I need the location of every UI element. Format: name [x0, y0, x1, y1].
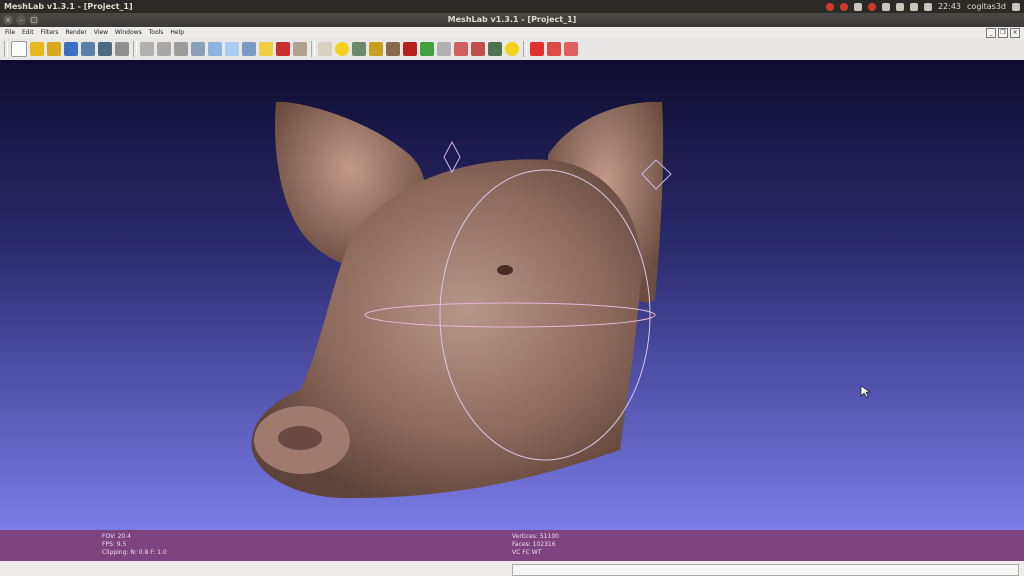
user-name[interactable]: cogitas3d [967, 0, 1006, 13]
save-icon[interactable] [81, 42, 95, 56]
tray-keyboard-icon[interactable] [853, 2, 862, 11]
color-icon[interactable] [276, 42, 290, 56]
vertices-count: Vertices: 51100 [512, 533, 559, 540]
menu-view[interactable]: View [94, 27, 108, 38]
delete-vertices-icon[interactable] [471, 42, 485, 56]
rgb-icon[interactable] [420, 42, 434, 56]
tray-app-icon[interactable] [825, 2, 834, 11]
open-folder-icon[interactable] [30, 42, 44, 56]
system-top-bar: MeshLab v1.3.1 - [Project_1] 22:43 cogit… [0, 0, 1024, 13]
tray-bug-icon[interactable] [867, 2, 876, 11]
delete-selected-vertices-icon[interactable] [564, 42, 578, 56]
annotation-icon[interactable] [335, 42, 349, 56]
menu-file[interactable]: File [5, 27, 15, 38]
window-title-bar: × – □ MeshLab v1.3.1 - [Project_1] [0, 13, 1024, 27]
pointer-icon[interactable] [318, 42, 332, 56]
mdi-close-button[interactable]: × [1010, 28, 1020, 38]
toolbar-separator [133, 41, 137, 57]
tray-mail-icon[interactable] [881, 2, 890, 11]
pig-head-mesh[interactable] [0, 60, 1024, 530]
snapshot-icon[interactable] [98, 42, 112, 56]
nostril [278, 426, 322, 450]
tray-alert-icon[interactable] [839, 2, 848, 11]
gear-icon[interactable] [1012, 2, 1020, 11]
active-app-name: MeshLab v1.3.1 - [Project_1] [4, 2, 133, 11]
toolbar-separator [311, 41, 315, 57]
import-mesh-icon[interactable] [47, 42, 61, 56]
bbox-icon[interactable] [140, 42, 154, 56]
delete-faces-icon[interactable] [454, 42, 468, 56]
wireframe-icon[interactable] [174, 42, 188, 56]
mdi-restore-button[interactable]: ❐ [998, 28, 1008, 38]
measure-icon[interactable] [293, 42, 307, 56]
menu-filters[interactable]: Filters [41, 27, 59, 38]
status-bar [0, 561, 1024, 576]
mouse-cursor [860, 385, 871, 399]
progress-field [512, 564, 1019, 576]
raster-icon[interactable] [488, 42, 502, 56]
tray-network-icon[interactable] [909, 2, 918, 11]
points-icon[interactable] [157, 42, 171, 56]
align-icon[interactable] [369, 42, 383, 56]
menu-windows[interactable]: Windows [115, 27, 142, 38]
smooth-shading-icon[interactable] [225, 42, 239, 56]
layers-icon[interactable] [115, 42, 129, 56]
info-icon[interactable] [505, 42, 519, 56]
clipping-readout: Clipping: N: 0.8 F: 1.0 [102, 549, 167, 556]
delete-selected-faces-icon[interactable] [547, 42, 561, 56]
fov-readout: FOV: 20.4 [102, 533, 131, 540]
hidden-lines-icon[interactable] [191, 42, 205, 56]
menu-bar: File Edit Filters Render View Windows To… [0, 27, 1024, 38]
trackball-handle-left [443, 140, 461, 174]
tray-volume-icon[interactable] [923, 2, 932, 11]
select-faces-icon[interactable] [352, 42, 366, 56]
mesh-flags: VC FC WT [512, 549, 542, 556]
viewport-info-bar: FOV: 20.4 FPS: 9.5 Clipping: N: 0.8 F: 1… [0, 530, 1024, 561]
menu-help[interactable]: Help [170, 27, 184, 38]
tray-battery-icon[interactable] [895, 2, 904, 11]
reload-icon[interactable] [64, 42, 78, 56]
menu-edit[interactable]: Edit [22, 27, 34, 38]
flat-shading-icon[interactable] [208, 42, 222, 56]
light-bulb-icon[interactable] [259, 42, 273, 56]
clock[interactable]: 22:43 [938, 0, 961, 13]
toolbar-separator [523, 41, 527, 57]
3d-viewport[interactable] [0, 60, 1024, 530]
texture-icon[interactable] [242, 42, 256, 56]
menu-tools[interactable]: Tools [149, 27, 164, 38]
menu-render[interactable]: Render [65, 27, 86, 38]
paint-brush-icon[interactable] [386, 42, 400, 56]
new-file-icon[interactable] [11, 41, 27, 57]
fps-readout: FPS: 9.5 [102, 541, 127, 548]
faces-count: Faces: 102316 [512, 541, 556, 548]
edit-mesh-icon[interactable] [403, 42, 417, 56]
mdi-minimize-button[interactable]: _ [986, 28, 996, 38]
window-title: MeshLab v1.3.1 - [Project_1] [447, 15, 577, 24]
delete-selected-icon[interactable] [530, 42, 544, 56]
select-vertices-icon[interactable] [437, 42, 451, 56]
eye [497, 265, 513, 275]
system-tray: 22:43 cogitas3d [825, 0, 1020, 13]
toolbar-separator [4, 41, 8, 57]
main-toolbar [0, 38, 1024, 61]
